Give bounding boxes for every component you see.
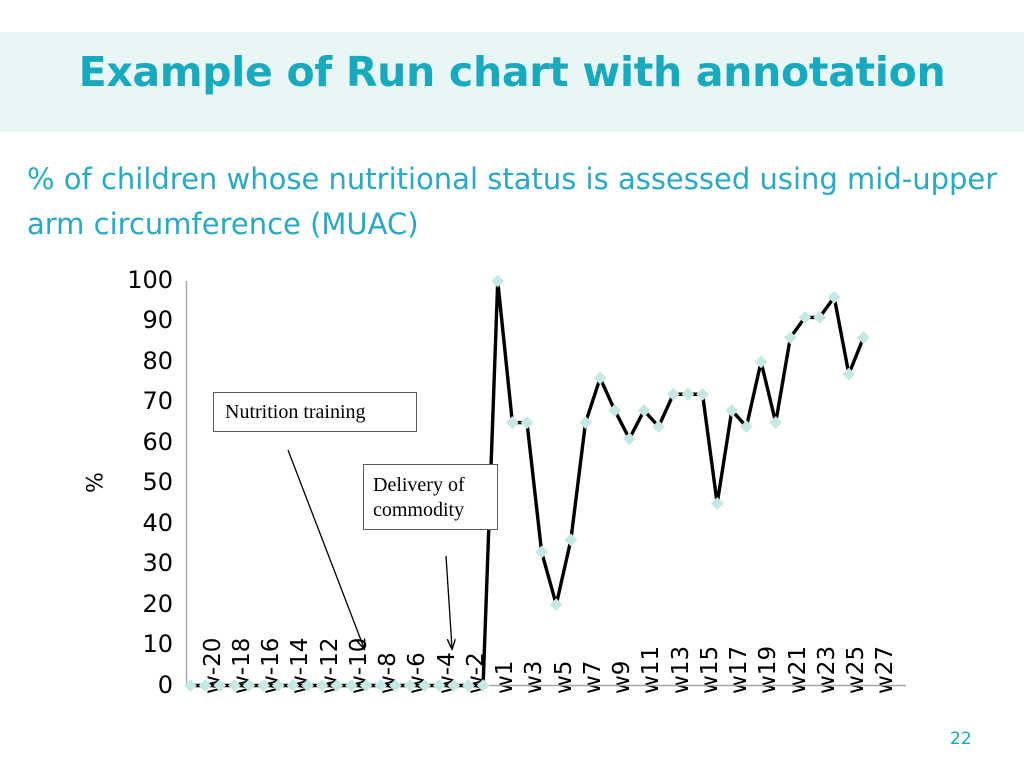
data-series-markers bbox=[184, 274, 870, 692]
data-point-marker bbox=[432, 679, 446, 692]
data-point-marker bbox=[242, 679, 256, 692]
page-number: 22 bbox=[950, 729, 972, 749]
annotation-delivery-of-commodity: Delivery of commodity bbox=[363, 464, 498, 530]
data-point-marker bbox=[227, 679, 241, 692]
data-point-marker bbox=[505, 416, 519, 429]
data-point-marker bbox=[696, 387, 709, 401]
data-point-marker bbox=[491, 274, 505, 288]
data-series-line bbox=[190, 280, 866, 688]
data-point-marker bbox=[271, 679, 285, 692]
annotation-nutrition-training-label: Nutrition training bbox=[225, 401, 366, 423]
data-point-marker bbox=[681, 387, 695, 401]
delivery-of-commodity-arrow bbox=[445, 555, 452, 648]
data-point-marker bbox=[608, 404, 622, 417]
chart-plot-svg bbox=[184, 274, 906, 692]
data-point-marker bbox=[564, 533, 578, 547]
data-point-marker bbox=[476, 679, 490, 692]
data-point-marker bbox=[374, 679, 388, 692]
data-point-marker bbox=[535, 545, 549, 559]
data-point-marker bbox=[857, 331, 870, 345]
data-point-marker bbox=[754, 355, 768, 369]
data-point-marker bbox=[330, 679, 344, 692]
data-point-marker bbox=[710, 497, 724, 510]
annotation-delivery-line1: Delivery of bbox=[373, 474, 465, 496]
data-point-marker bbox=[842, 367, 856, 381]
data-point-marker bbox=[213, 679, 227, 692]
data-point-marker bbox=[579, 416, 592, 429]
nutrition-training-arrow bbox=[287, 449, 364, 648]
annotation-nutrition-training: Nutrition training bbox=[213, 392, 417, 432]
data-point-marker bbox=[345, 679, 358, 692]
data-point-marker bbox=[198, 679, 212, 692]
data-point-marker bbox=[462, 679, 475, 692]
data-point-marker bbox=[418, 679, 431, 692]
data-point-marker bbox=[388, 679, 402, 692]
data-point-marker bbox=[257, 679, 271, 692]
data-point-marker bbox=[315, 679, 329, 692]
data-point-marker bbox=[301, 679, 314, 692]
data-point-marker bbox=[447, 679, 461, 692]
run-chart: % 100 90 80 70 60 50 40 30 20 10 0 w-20 w-18 w-16 w-1… bbox=[0, 0, 1024, 768]
data-point-marker bbox=[286, 679, 300, 692]
data-point-marker bbox=[359, 679, 373, 692]
data-point-marker bbox=[593, 371, 607, 385]
data-point-marker bbox=[520, 416, 534, 429]
data-point-marker bbox=[769, 416, 783, 429]
annotation-delivery-line2: commodity bbox=[373, 499, 465, 521]
data-point-marker bbox=[403, 679, 417, 692]
data-point-marker bbox=[623, 432, 636, 446]
data-point-marker bbox=[666, 387, 680, 401]
data-point-marker bbox=[549, 598, 563, 611]
